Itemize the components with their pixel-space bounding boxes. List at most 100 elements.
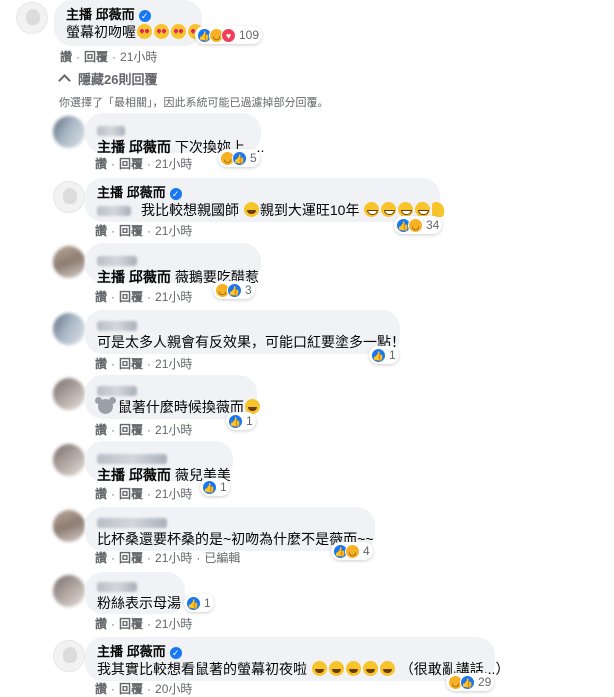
haha-reaction-icon: ◡ [408, 217, 423, 233]
reply-actions: 讚 · 回覆 · 21小時 · 已編輯 [95, 551, 241, 565]
timestamp[interactable]: 21小時 [155, 357, 192, 371]
reply-action[interactable]: 回覆 [119, 551, 143, 565]
user-avatar[interactable] [53, 575, 85, 607]
reaction-summary[interactable]: 👍 1 [200, 478, 230, 496]
like-action[interactable]: 讚 [95, 423, 107, 437]
comment-author[interactable]: 主播 邱薇而 ✓ [66, 6, 190, 23]
reply-action[interactable]: 回覆 [84, 50, 108, 64]
host-avatar[interactable] [53, 640, 85, 672]
like-action[interactable]: 讚 [95, 617, 107, 631]
reaction-summary[interactable]: ◡ 👍 29 [446, 673, 495, 691]
laughing-emoji-icon [345, 661, 361, 676]
reply-action[interactable]: 回覆 [119, 224, 143, 238]
reaction-summary[interactable]: 👍 ◡ 4 [331, 542, 373, 560]
like-action[interactable]: 讚 [95, 157, 107, 171]
like-action[interactable]: 讚 [95, 551, 107, 565]
reaction-summary[interactable]: ◡ 👍 3 [213, 281, 255, 299]
user-avatar[interactable] [53, 510, 85, 542]
timestamp[interactable]: 20小時 [155, 682, 192, 696]
reply-author[interactable] [97, 577, 173, 594]
reaction-summary[interactable]: ◡ 👍 5 [218, 149, 260, 167]
reply-author[interactable]: 主播 邱薇而 ✓ [97, 184, 428, 201]
reply-bubble: 可是太多人親會有反效果，可能口紅要塗多一點！ [85, 310, 405, 354]
like-action[interactable]: 讚 [95, 290, 107, 304]
user-avatar[interactable] [53, 116, 85, 148]
reply-author[interactable] [97, 381, 245, 398]
timestamp[interactable]: 21小時 [155, 487, 192, 501]
chevron-up-icon [58, 74, 71, 87]
comment-bubble: 主播 邱薇而 ✓ 螢幕初吻喔 [54, 0, 203, 46]
timestamp[interactable]: 21小時 [155, 617, 192, 631]
reply-actions: 讚 · 回覆 · 21小時 [95, 224, 193, 238]
reply-action[interactable]: 回覆 [119, 290, 143, 304]
like-action[interactable]: 讚 [95, 487, 107, 501]
like-action[interactable]: 讚 [60, 50, 72, 64]
like-reaction-icon: 👍 [228, 413, 243, 429]
timestamp[interactable]: 21小時 [155, 551, 192, 565]
host-avatar[interactable] [16, 2, 48, 34]
reply-author[interactable] [97, 251, 249, 268]
like-action[interactable]: 讚 [95, 357, 107, 371]
reply-action[interactable]: 回覆 [119, 487, 143, 501]
reaction-summary[interactable]: 👍 1 [226, 412, 256, 430]
edited-label: 已編輯 [204, 551, 241, 565]
reply-bubble: 主播 邱薇而 下次換妳上..... [85, 113, 264, 155]
reply-author[interactable] [97, 449, 221, 466]
verified-icon: ✓ [169, 646, 182, 659]
reply-author[interactable]: 主播 邱薇而 ✓ [97, 643, 483, 660]
like-action[interactable]: 讚 [95, 682, 107, 696]
reaction-summary[interactable]: 👍 1 [184, 594, 214, 612]
timestamp[interactable]: 21小時 [155, 157, 192, 171]
haha-reaction-icon: ◡ [345, 543, 360, 559]
timestamp[interactable]: 21小時 [120, 50, 157, 64]
reply-author[interactable] [97, 316, 388, 333]
filter-notice: 你選擇了「最相關」，因此系統可能已過濾掉部分回覆。 [59, 97, 329, 109]
reply-actions: 讚 · 回覆 · 20小時 [95, 682, 193, 696]
like-action[interactable]: 讚 [95, 224, 107, 238]
reply-author[interactable] [97, 121, 249, 138]
reply-bubble: 粉絲表示母湯 [85, 572, 185, 614]
reply-actions: 讚 · 回覆 · 21小時 [95, 617, 193, 631]
user-avatar[interactable] [53, 444, 85, 476]
reply-actions: 讚 · 回覆 · 21小時 [95, 157, 193, 171]
reaction-summary[interactable]: 👍 ◡ ♥ 109 [195, 26, 263, 44]
reply-text: 我比較想親國師 親到大運旺10年 [97, 201, 445, 220]
reply-author[interactable] [97, 513, 363, 530]
grin-emoji-icon [398, 202, 414, 217]
reaction-count: 109 [239, 28, 260, 42]
like-reaction-icon: 👍 [202, 479, 217, 495]
heart-eyes-emoji-icon [137, 24, 152, 39]
reply-text: 可是太多人親會有反效果，可能口紅要塗多一點！ [97, 334, 405, 350]
laughing-emoji-icon [328, 661, 344, 676]
timestamp[interactable]: 21小時 [155, 290, 192, 304]
mouse-emoji-icon [95, 397, 116, 414]
grin-emoji-icon [381, 202, 397, 217]
laughing-emoji-icon [362, 661, 378, 676]
verified-icon: ✓ [138, 9, 151, 22]
timestamp[interactable]: 21小時 [155, 224, 192, 238]
user-avatar[interactable] [53, 313, 85, 345]
reply-action[interactable]: 回覆 [119, 617, 143, 631]
host-avatar[interactable] [53, 181, 85, 213]
user-avatar[interactable] [53, 246, 85, 278]
user-avatar[interactable] [53, 378, 85, 410]
reply-action[interactable]: 回覆 [119, 157, 143, 171]
timestamp[interactable]: 21小時 [155, 423, 192, 437]
laughing-emoji-icon [379, 661, 395, 676]
reply-action[interactable]: 回覆 [119, 423, 143, 437]
like-reaction-icon: 👍 [232, 150, 247, 166]
reaction-summary[interactable]: 👍 1 [369, 346, 399, 364]
like-reaction-icon: 👍 [227, 282, 242, 298]
reply-actions: 讚 · 回覆 · 21小時 [95, 290, 193, 304]
like-reaction-icon: 👍 [460, 674, 475, 690]
reply-bubble: 主播 邱薇而 ✓ 我比較想親國師 親到大運旺10年 [85, 178, 445, 222]
comment-actions: 讚 · 回覆 · 21小時 [60, 50, 158, 64]
like-reaction-icon: 👍 [186, 595, 201, 611]
reaction-summary[interactable]: 👍 ◡ 34 [394, 216, 443, 234]
reply-action[interactable]: 回覆 [119, 682, 143, 696]
hide-replies-toggle[interactable]: 隱藏26則回覆 [58, 69, 157, 88]
reply-bubble: 主播 邱薇而 薇鵝要吃醋惹 [85, 243, 261, 285]
reply-text: 粉絲表示母湯 [97, 595, 181, 611]
love-reaction-icon: ♥ [221, 27, 236, 43]
reply-action[interactable]: 回覆 [119, 357, 143, 371]
